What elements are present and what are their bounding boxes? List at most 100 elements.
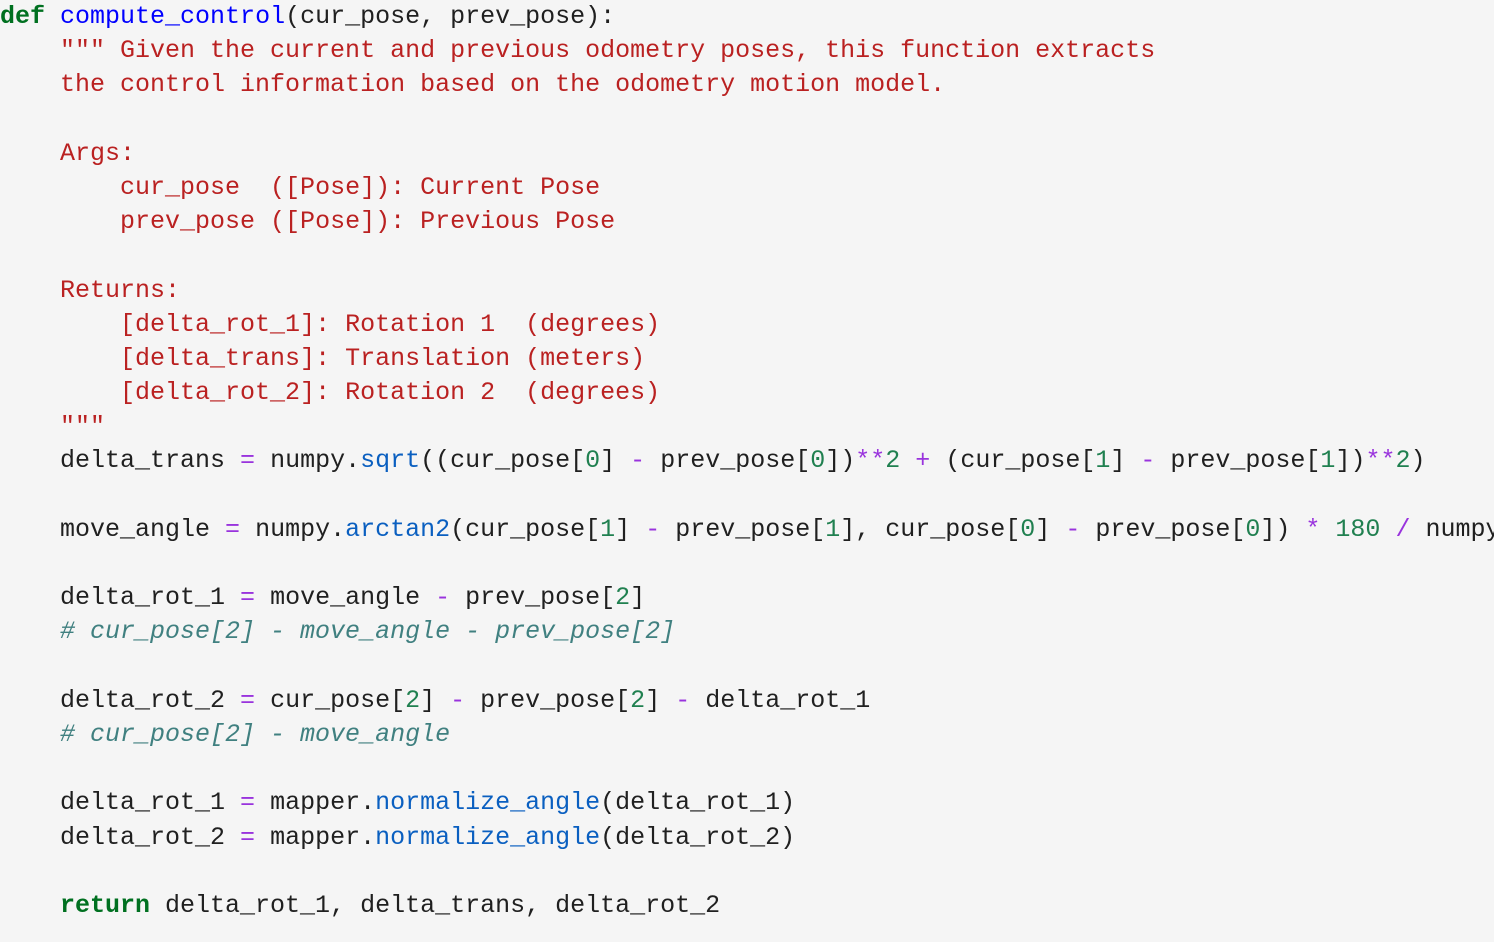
python-code-block[interactable]: def compute_control(cur_pose, prev_pose)… <box>0 0 1494 942</box>
code-line: return delta_rot_1, delta_trans, delta_r… <box>0 889 1494 923</box>
code-token: ], cur_pose[ <box>840 514 1021 544</box>
code-token: (delta_rot_2) <box>600 822 796 852</box>
code-token: delta_rot_1, delta_trans, delta_rot_2 <box>150 890 721 920</box>
code-token: Args: <box>60 138 136 168</box>
code-token: * <box>1305 514 1321 544</box>
code-line: def compute_control(cur_pose, prev_pose)… <box>0 0 1494 34</box>
code-token: = <box>240 446 256 476</box>
code-token: 2 <box>885 446 901 476</box>
code-token: prev_pose[ <box>645 446 811 476</box>
code-line: delta_rot_1 = move_angle - prev_pose[2] <box>0 581 1494 615</box>
code-line: Args: <box>0 137 1494 171</box>
code-token: return <box>60 890 151 920</box>
code-line: # cur_pose[2] - move_angle <box>0 718 1494 752</box>
code-line: """ <box>0 410 1494 444</box>
code-token: 0 <box>585 446 601 476</box>
code-token: - <box>630 446 646 476</box>
code-token: # cur_pose[2] - move_angle - prev_pose[2… <box>60 617 676 647</box>
code-token: = <box>240 583 256 613</box>
code-token: [delta_rot_2]: Rotation 2 (degrees) <box>120 378 661 408</box>
code-line: delta_trans = numpy.sqrt((cur_pose[0] - … <box>0 444 1494 478</box>
code-token: delta_rot_2 <box>60 685 241 715</box>
code-token: 1 <box>1095 446 1111 476</box>
code-token: numpy. <box>1425 514 1494 544</box>
code-line: the control information based on the odo… <box>0 68 1494 102</box>
code-token: = <box>240 685 256 715</box>
code-line: delta_rot_1 = mapper.normalize_angle(del… <box>0 786 1494 820</box>
code-token: 1 <box>1320 446 1336 476</box>
code-token: delta_rot_1 <box>60 583 241 613</box>
code-token: # cur_pose[2] - move_angle <box>60 719 451 749</box>
code-token: ]) <box>1335 446 1366 476</box>
code-line: prev_pose ([Pose]): Previous Pose <box>0 205 1494 239</box>
code-line: # cur_pose[2] - move_angle - prev_pose[2… <box>0 615 1494 649</box>
code-token: ** <box>1365 446 1396 476</box>
code-token: + <box>915 446 931 476</box>
code-token: numpy. <box>240 514 346 544</box>
code-token: delta_rot_1 <box>690 685 871 715</box>
code-token: [delta_trans]: Translation (meters) <box>120 343 646 373</box>
code-token: (cur_pose[ <box>450 514 601 544</box>
code-token: = <box>240 822 256 852</box>
code-token: 180 <box>1335 514 1381 544</box>
code-token: = <box>225 514 241 544</box>
code-token: - <box>1140 446 1156 476</box>
code-token: prev_pose[ <box>1080 514 1246 544</box>
code-token: delta_rot_1 <box>60 788 241 818</box>
code-token: prev_pose[ <box>465 685 631 715</box>
code-token: prev_pose[ <box>450 583 616 613</box>
code-token: the control information based on the odo… <box>60 70 946 100</box>
code-token: """ Given the current and previous odome… <box>60 36 1156 66</box>
code-token: def <box>0 2 46 31</box>
code-line: [delta_trans]: Translation (meters) <box>0 342 1494 376</box>
code-token: - <box>1065 514 1081 544</box>
code-token: sqrt <box>360 446 421 476</box>
code-token: prev_pose[ <box>660 514 826 544</box>
code-token: ** <box>855 446 886 476</box>
code-line: Returns: <box>0 274 1494 308</box>
code-token: - <box>645 514 661 544</box>
code-token: - <box>675 685 691 715</box>
code-token: ] <box>1110 446 1141 476</box>
code-token: arctan2 <box>345 514 451 544</box>
code-token: (cur_pose, prev_pose): <box>285 2 616 31</box>
code-token: ] <box>630 583 646 613</box>
code-line: delta_rot_2 = cur_pose[2] - prev_pose[2]… <box>0 684 1494 718</box>
code-token: numpy. <box>255 446 361 476</box>
code-token: move_angle <box>60 514 226 544</box>
code-token: cur_pose[ <box>255 685 406 715</box>
code-line: [delta_rot_1]: Rotation 1 (degrees) <box>0 308 1494 342</box>
code-token: (cur_pose[ <box>930 446 1096 476</box>
code-token: compute_control <box>60 2 286 31</box>
code-token: 0 <box>1245 514 1261 544</box>
code-token: ] <box>420 685 451 715</box>
code-token: ((cur_pose[ <box>420 446 586 476</box>
code-token: - <box>435 583 451 613</box>
code-token: 0 <box>810 446 826 476</box>
code-token: delta_trans <box>60 446 241 476</box>
